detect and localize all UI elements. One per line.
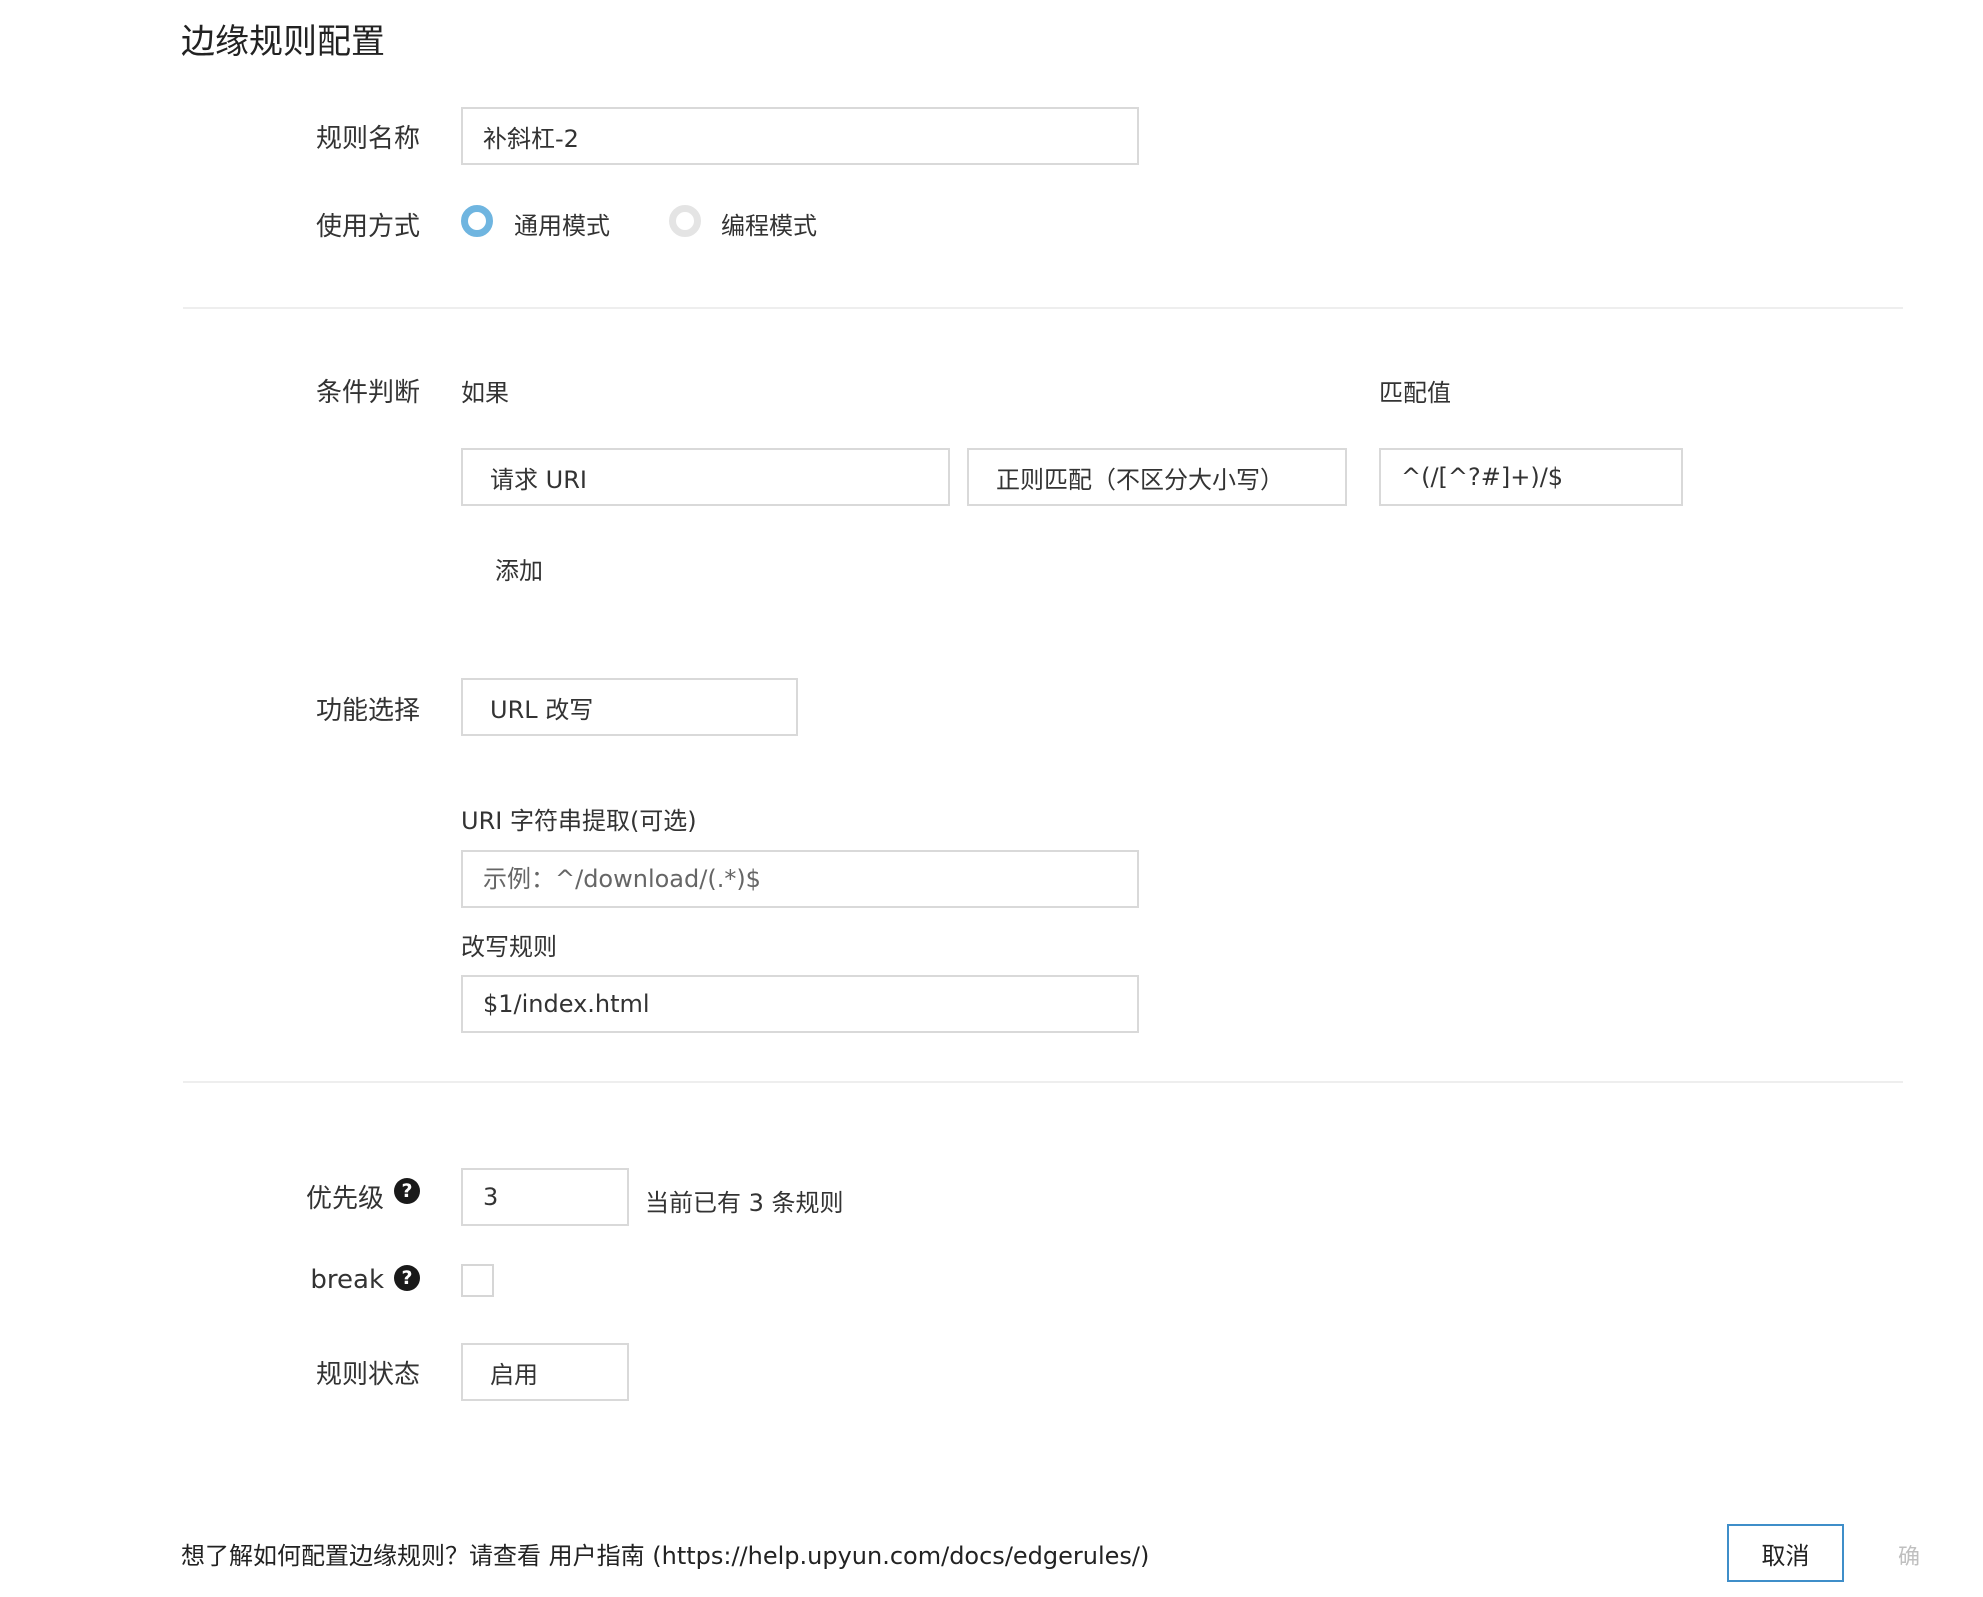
condition-label: 条件判断 [315, 378, 420, 408]
condition-operator-value: 正则匹配（不区分大小写） [996, 465, 1284, 494]
section-divider [183, 1081, 1903, 1083]
status-select-value: 启用 [490, 1360, 538, 1389]
priority-label-group: 优先级 ? [180, 1178, 420, 1214]
rewrite-rule-input[interactable] [461, 975, 1139, 1033]
add-condition-button[interactable]: 添加 [495, 551, 543, 586]
uri-extract-label: URI 字符串提取(可选) [461, 807, 697, 835]
radio-selected-icon[interactable] [461, 205, 493, 237]
feature-label: 功能选择 [315, 696, 420, 726]
question-circle-icon[interactable]: ? [394, 1178, 420, 1204]
cancel-button[interactable]: 取消 [1727, 1524, 1844, 1582]
condition-variable-select[interactable]: 请求 URI [461, 448, 950, 506]
page-title: 边缘规则配置 [181, 22, 385, 62]
rule-count-note: 当前已有 3 条规则 [645, 1189, 844, 1217]
uri-extract-input[interactable] [461, 850, 1139, 908]
priority-input[interactable] [461, 1168, 629, 1226]
mode-label: 使用方式 [315, 212, 420, 242]
condition-if-label: 如果 [461, 379, 509, 407]
match-value-input[interactable] [1379, 448, 1683, 506]
match-value-label: 匹配值 [1379, 379, 1451, 407]
rewrite-rule-label: 改写规则 [461, 933, 557, 961]
priority-label: 优先级 [305, 1184, 384, 1214]
section-divider [183, 307, 1903, 309]
question-circle-icon[interactable]: ? [394, 1265, 420, 1291]
confirm-button[interactable]: 确 [1898, 1539, 1920, 1571]
radio-unselected-icon[interactable] [669, 205, 701, 237]
feature-select-value: URL 改写 [490, 695, 594, 724]
status-label: 规则状态 [315, 1360, 420, 1390]
condition-operator-select[interactable]: 正则匹配（不区分大小写） [967, 448, 1347, 506]
break-checkbox[interactable] [461, 1264, 494, 1297]
rule-name-label: 规则名称 [315, 124, 420, 154]
help-guide-text: 想了解如何配置边缘规则？请查看 用户指南 (https://help.upyun… [181, 1542, 1150, 1570]
feature-select[interactable]: URL 改写 [461, 678, 798, 736]
mode-option-general-label: 通用模式 [514, 212, 610, 240]
rule-name-input[interactable] [461, 107, 1139, 165]
condition-variable-value: 请求 URI [490, 465, 587, 494]
mode-option-programming-label: 编程模式 [721, 212, 817, 240]
status-select[interactable]: 启用 [461, 1343, 629, 1401]
break-label: break [310, 1265, 384, 1295]
break-label-group: break ? [180, 1265, 420, 1301]
